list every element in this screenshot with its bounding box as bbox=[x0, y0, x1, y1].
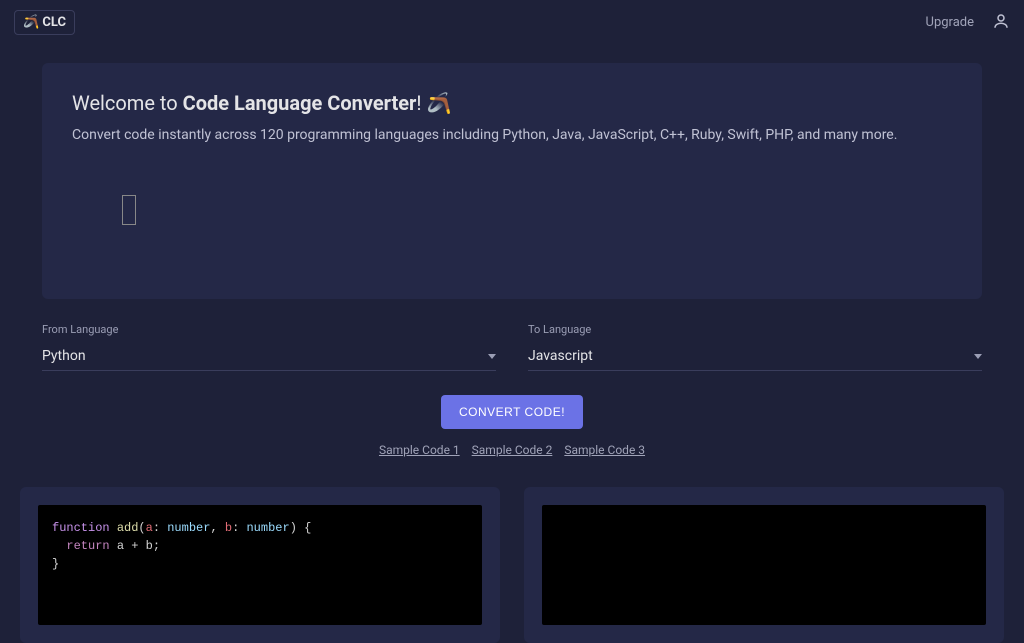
input-code-card: function add(a: number, b: number) { ret… bbox=[20, 487, 500, 643]
from-language-value: Python bbox=[42, 348, 86, 364]
output-code-editor[interactable] bbox=[542, 505, 986, 625]
user-icon[interactable] bbox=[992, 12, 1010, 34]
logo-badge[interactable]: 🪃 CLC bbox=[14, 10, 75, 35]
selectors-row: From Language Python To Language Javascr… bbox=[42, 323, 982, 371]
code-punct: ) bbox=[290, 521, 297, 535]
convert-button[interactable]: CONVERT CODE! bbox=[441, 395, 583, 429]
code-punct: ; bbox=[153, 539, 160, 553]
code-keyword: return bbox=[66, 539, 109, 553]
code-fn-name: add bbox=[117, 521, 139, 535]
code-punct: ( bbox=[138, 521, 145, 535]
input-code-editor[interactable]: function add(a: number, b: number) { ret… bbox=[38, 505, 482, 625]
code-punct: : bbox=[153, 521, 167, 535]
hero-welcome-prefix: Welcome to bbox=[72, 91, 183, 115]
code-expr: a + b bbox=[110, 539, 153, 553]
code-row: function add(a: number, b: number) { ret… bbox=[0, 487, 1024, 643]
code-keyword: function bbox=[52, 521, 110, 535]
code-punct: } bbox=[52, 557, 59, 571]
main-container: Welcome to Code Language Converter! 🪃 Co… bbox=[22, 63, 1002, 457]
code-punct: , bbox=[210, 521, 224, 535]
code-type: number bbox=[167, 521, 210, 535]
navbar: 🪃 CLC Upgrade bbox=[0, 0, 1024, 45]
convert-button-row: CONVERT CODE! bbox=[42, 395, 982, 429]
to-language-label: To Language bbox=[528, 323, 982, 336]
output-code-card bbox=[524, 487, 1004, 643]
hero-card: Welcome to Code Language Converter! 🪃 Co… bbox=[42, 63, 982, 299]
hero-welcome-suffix: ! 🪃 bbox=[416, 91, 451, 115]
chevron-down-icon bbox=[974, 354, 982, 359]
robot-icon bbox=[122, 195, 136, 225]
sample-code-1-link[interactable]: Sample Code 1 bbox=[379, 443, 460, 457]
to-language-select[interactable]: Javascript bbox=[528, 342, 982, 371]
sample-code-2-link[interactable]: Sample Code 2 bbox=[472, 443, 553, 457]
upgrade-link[interactable]: Upgrade bbox=[926, 15, 974, 30]
code-punct: { bbox=[297, 521, 311, 535]
hero-title: Welcome to Code Language Converter! 🪃 bbox=[72, 91, 952, 115]
code-param: b bbox=[225, 521, 232, 535]
from-language-group: From Language Python bbox=[42, 323, 496, 371]
code-punct: : bbox=[232, 521, 246, 535]
sample-code-3-link[interactable]: Sample Code 3 bbox=[564, 443, 645, 457]
chevron-down-icon bbox=[488, 354, 496, 359]
to-language-value: Javascript bbox=[528, 348, 593, 364]
from-language-select[interactable]: Python bbox=[42, 342, 496, 371]
hero-welcome-strong: Code Language Converter bbox=[183, 91, 417, 115]
hero-subtitle: Convert code instantly across 120 progra… bbox=[72, 127, 952, 143]
to-language-group: To Language Javascript bbox=[528, 323, 982, 371]
nav-right: Upgrade bbox=[926, 12, 1010, 34]
code-type: number bbox=[246, 521, 289, 535]
code-param: a bbox=[146, 521, 153, 535]
sample-links-row: Sample Code 1 Sample Code 2 Sample Code … bbox=[42, 443, 982, 457]
from-language-label: From Language bbox=[42, 323, 496, 336]
